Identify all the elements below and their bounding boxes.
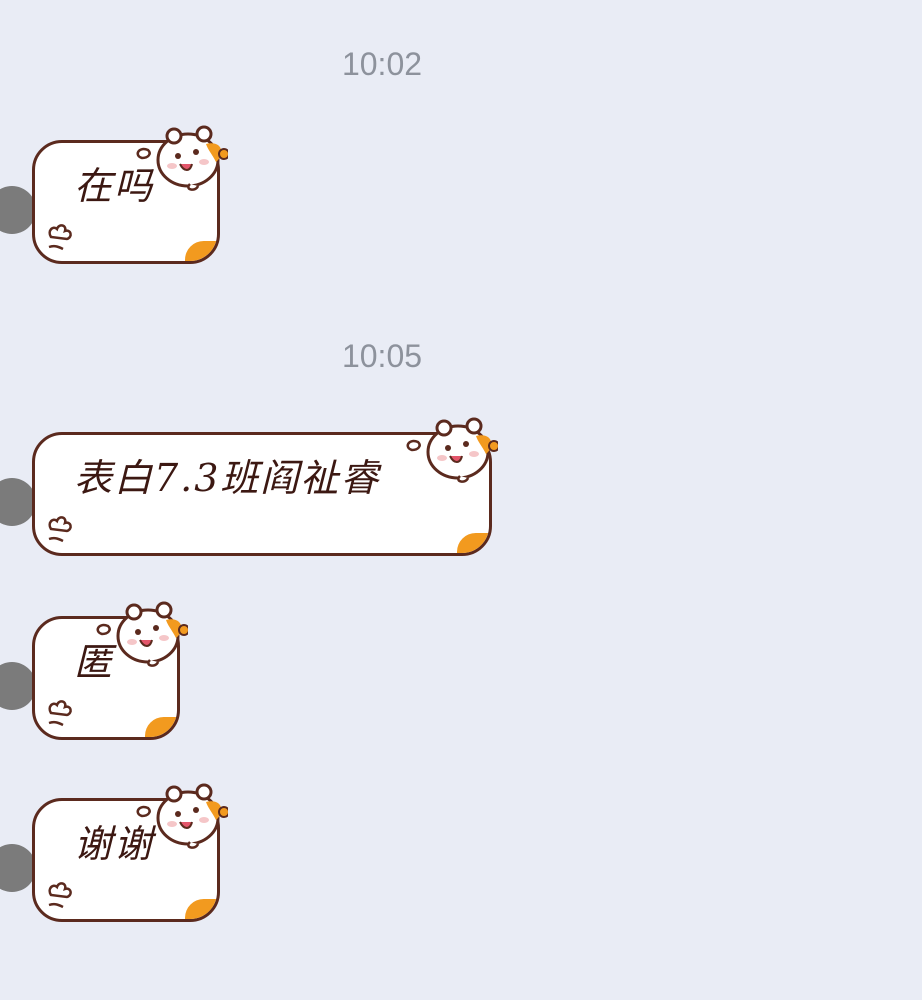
chat-screen: { "chat": { "messages": [ {"time": "10:0… [0,0,922,1000]
avatar[interactable] [0,478,36,526]
bubble-corner-decoration [185,241,217,261]
hamster-icon [128,780,228,850]
paw-icon [45,217,81,251]
hamster-icon [398,414,498,484]
hamster-icon [128,122,228,192]
bubble-corner-decoration [145,717,177,737]
bubble-corner-decoration [457,533,489,553]
avatar[interactable] [0,844,36,892]
avatar[interactable] [0,186,36,234]
paw-icon [45,509,81,543]
avatar[interactable] [0,662,36,710]
message-text: 表白7.3班阎祉睿 [74,456,381,500]
bubble-corner-decoration [185,899,217,919]
timestamp: 10:02 [341,46,423,82]
paw-icon [45,693,81,727]
timestamp: 10:05 [341,338,423,374]
hamster-icon [88,598,188,668]
paw-icon [45,875,81,909]
